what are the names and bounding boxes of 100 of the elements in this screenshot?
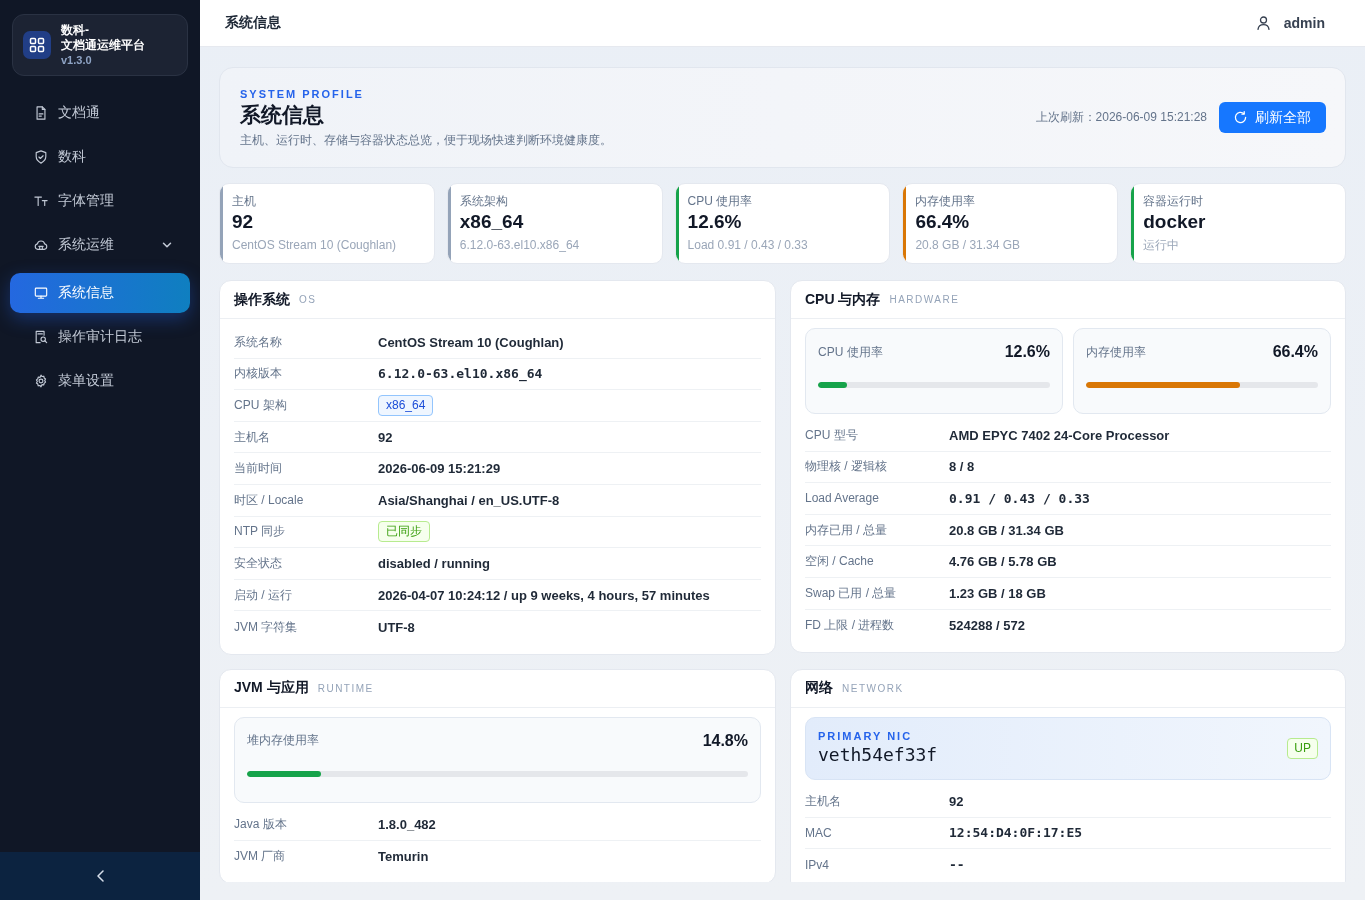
stat-value: x86_64: [459, 210, 525, 234]
panel-title: 网络: [805, 679, 833, 698]
status-tag: UP: [1287, 737, 1318, 759]
field-value: 1.23 GB / 18 GB: [949, 585, 1046, 601]
settings-icon: [34, 374, 48, 388]
stat-detail: Load 0.91 / 0.43 / 0.33: [687, 237, 808, 253]
field-label: 内存已用 / 总量: [805, 521, 888, 539]
nav-item[interactable]: 系统信息: [10, 273, 190, 313]
stat-label: CPU 使用率: [687, 193, 754, 209]
refresh-icon: [1234, 111, 1247, 124]
nav-item[interactable]: 数科: [10, 137, 190, 177]
brand-title: 数科-: [61, 22, 90, 38]
user-menu[interactable]: admin: [1256, 15, 1325, 31]
nav-item[interactable]: 字体管理: [10, 181, 190, 221]
field-label: 空闲 / Cache: [805, 553, 875, 571]
user-name: admin: [1283, 15, 1325, 31]
meter-label: 内存使用率: [1086, 343, 1146, 361]
field-value: 524288 / 572: [949, 617, 1025, 633]
field-label: IPv4: [805, 857, 830, 872]
field-label: 系统名称: [234, 333, 283, 351]
field-value: disabled / running: [378, 555, 490, 571]
meter-reading: 66.4%: [1272, 343, 1318, 361]
stat-label: 系统架构: [459, 193, 509, 209]
field-value: 20.8 GB / 31.34 GB: [949, 522, 1064, 538]
field-value: 92: [949, 793, 964, 809]
stat-label: 主机: [232, 193, 257, 209]
panel-tag: HARDWARE: [889, 294, 960, 305]
field-label: 当前时间: [234, 460, 283, 478]
field-label: 内核版本: [234, 365, 283, 383]
field-label: Load Average: [805, 491, 880, 506]
field-label: NTP 同步: [234, 523, 287, 541]
shield-check-icon: [34, 150, 48, 164]
field-value: 1.8.0_482: [378, 816, 436, 832]
grid-icon: [23, 31, 51, 59]
field-label: MAC: [805, 825, 833, 840]
nav-item[interactable]: 菜单设置: [10, 361, 190, 401]
field-label: CPU 型号: [805, 426, 859, 444]
stat-label: 内存使用率: [915, 193, 977, 209]
refresh-all-button[interactable]: 刷新全部: [1219, 102, 1326, 133]
monitor-icon: [34, 286, 48, 300]
field-value: 12:54:D4:0F:17:E5: [949, 825, 1083, 841]
field-value: 2026-04-07 10:24:12 / up 9 weeks, 4 hours, 57 minutes: [378, 587, 710, 603]
field-value: --: [949, 857, 965, 873]
nic-name: veth54ef33f: [818, 743, 938, 768]
field-label: JVM 厂商: [234, 847, 287, 865]
user-icon: [1256, 16, 1270, 30]
collapse-sidebar-button[interactable]: [0, 852, 200, 900]
meter-label: 堆内存使用率: [247, 732, 319, 750]
stat-detail: 6.12.0-63.el10.x86_64: [459, 237, 580, 253]
meter-label: CPU 使用率: [818, 343, 883, 361]
document-search-icon: [34, 330, 48, 344]
stat-detail: 运行中: [1143, 237, 1181, 253]
stat-detail: 20.8 GB / 31.34 GB: [915, 237, 1021, 253]
cloud-icon: [34, 238, 48, 252]
field-label: CPU 架构: [234, 397, 288, 414]
hero-title: 系统信息: [240, 101, 325, 128]
version-label: v1.3.0: [61, 52, 93, 68]
page-title: 系统信息: [225, 14, 281, 32]
field-label: JVM 字符集: [234, 618, 299, 636]
nav-item[interactable]: 系统运维: [10, 225, 190, 265]
field-value: 2026-06-09 15:21:29: [378, 461, 501, 477]
stat-value: docker: [1143, 210, 1206, 234]
field-value: AMD EPYC 7402 24-Core Processor: [949, 427, 1170, 443]
panel-tag: RUNTIME: [317, 682, 374, 694]
document-icon: [34, 106, 48, 120]
panel-tag: NETWORK: [842, 682, 904, 694]
nav-item[interactable]: 操作审计日志: [10, 317, 190, 357]
field-label: 物理核 / 逻辑核: [805, 458, 888, 476]
meter-reading: 12.6%: [1004, 343, 1050, 361]
field-value: CentOS Stream 10 (Coughlan): [378, 334, 564, 350]
section-eyebrow: SYSTEM PROFILE: [240, 86, 365, 101]
chevron-left-icon: [96, 870, 104, 882]
field-label: 主机名: [805, 792, 842, 810]
field-value: 0.91 / 0.43 / 0.33: [949, 491, 1090, 506]
stat-value: 12.6%: [687, 210, 743, 234]
field-label: Java 版本: [234, 815, 288, 833]
field-value: Temurin: [378, 848, 429, 864]
panel-tag: OS: [299, 294, 317, 305]
field-label: FD 上限 / 进程数: [805, 616, 896, 634]
arch-tag: x86_64: [378, 395, 434, 416]
field-label: 时区 / Locale: [234, 491, 305, 509]
field-value: UTF-8: [378, 619, 415, 635]
panel-title: JVM 与应用: [234, 679, 309, 698]
field-label: 安全状态: [234, 554, 283, 572]
meter-reading: 14.8%: [702, 731, 748, 750]
field-label: 启动 / 运行: [234, 586, 293, 604]
nav-item[interactable]: 文档通: [10, 93, 190, 133]
stat-value: 66.4%: [915, 210, 971, 234]
stat-value: 92: [232, 210, 255, 234]
field-value: 8 / 8: [949, 459, 975, 475]
panel-title: 操作系统: [234, 290, 290, 309]
field-value: 92: [378, 429, 393, 445]
field-label: Swap 已用 / 总量: [805, 584, 898, 602]
brand-title: 文档通运维平台: [61, 37, 145, 53]
field-value: 6.12.0-63.el10.x86_64: [378, 366, 543, 382]
nic-eyebrow: PRIMARY NIC: [818, 729, 914, 744]
hero-subtitle: 主机、运行时、存储与容器状态总览，便于现场快速判断环境健康度。: [240, 131, 612, 149]
last-refresh-text: 上次刷新：2026-06-09 15:21:28: [1035, 109, 1207, 126]
panel-title: CPU 与内存: [805, 290, 881, 309]
stat-detail: CentOS Stream 10 (Coughlan): [232, 237, 397, 253]
